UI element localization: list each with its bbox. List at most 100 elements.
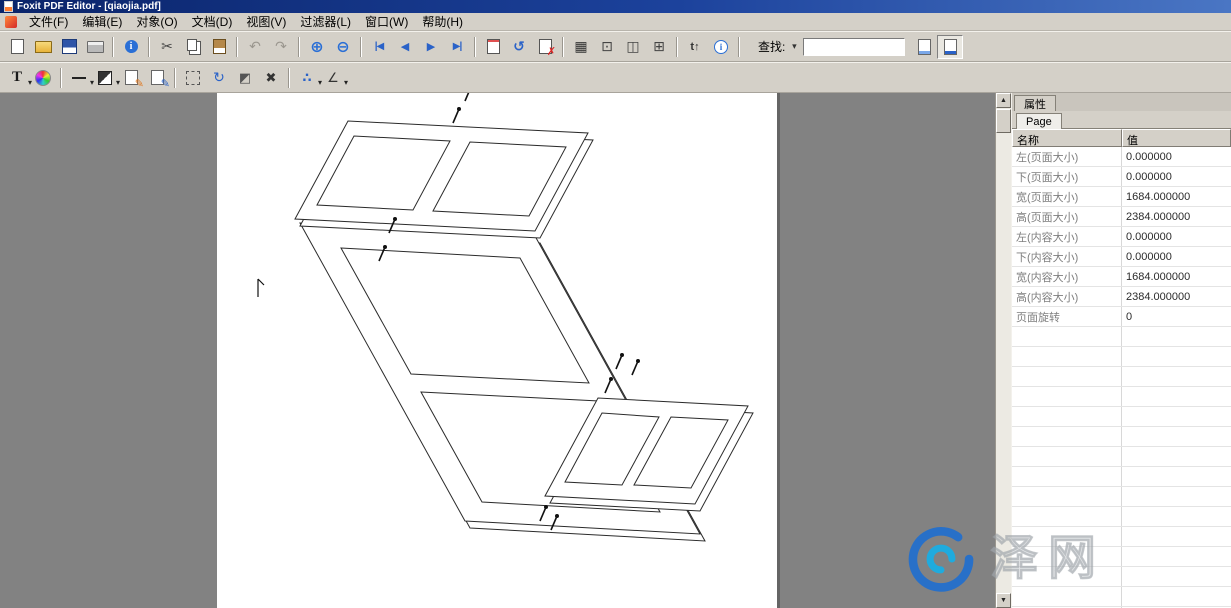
rotate-page-button[interactable]: [506, 35, 532, 59]
transform-scale-button[interactable]: [232, 66, 258, 90]
text-up-button[interactable]: [682, 35, 708, 59]
print-button[interactable]: [82, 35, 108, 59]
undo-button[interactable]: [242, 35, 268, 59]
empty-row: [1012, 367, 1231, 387]
empty-name-cell: [1012, 407, 1122, 426]
menu-item-view[interactable]: 视图(V): [239, 12, 293, 31]
color-wheel-button[interactable]: [30, 66, 56, 90]
property-value[interactable]: 0.000000: [1122, 167, 1231, 186]
copy-button[interactable]: [180, 35, 206, 59]
panel-title-row: 属性: [1012, 93, 1231, 111]
search-doc-button[interactable]: [911, 35, 937, 59]
property-name: 高(页面大小): [1012, 207, 1122, 226]
property-row-2[interactable]: 宽(页面大小)1684.000000: [1012, 187, 1231, 207]
text-tool-button[interactable]: [4, 66, 30, 90]
toolbar-separator: [360, 37, 362, 57]
empty-row: [1012, 567, 1231, 587]
properties-title-tab[interactable]: 属性: [1014, 95, 1056, 111]
find-dropdown-button[interactable]: [787, 35, 801, 59]
info-circle-button[interactable]: [708, 35, 734, 59]
property-value[interactable]: 0.000000: [1122, 247, 1231, 266]
scroll-up-button[interactable]: [996, 93, 1011, 108]
transform-rotate-icon: [209, 68, 229, 88]
tools-button[interactable]: [258, 66, 284, 90]
property-row-5[interactable]: 下(内容大小)0.000000: [1012, 247, 1231, 267]
delete-page-button[interactable]: [532, 35, 558, 59]
hatch-button[interactable]: [568, 35, 594, 59]
fit-page-button[interactable]: [594, 35, 620, 59]
empty-value-cell: [1122, 567, 1231, 586]
menu-item-window[interactable]: 窗口(W): [358, 12, 415, 31]
cut-button[interactable]: [154, 35, 180, 59]
scroll-down-button[interactable]: [996, 593, 1011, 608]
transform-rotate-button[interactable]: [206, 66, 232, 90]
fill-style-button[interactable]: [92, 66, 118, 90]
open-button[interactable]: [30, 35, 56, 59]
main-toolbar-icons: [4, 32, 744, 61]
empty-row: [1012, 487, 1231, 507]
last-page-button[interactable]: [444, 35, 470, 59]
fit-two-page-button[interactable]: [620, 35, 646, 59]
edit-object-icon: [121, 68, 141, 88]
save-button[interactable]: [56, 35, 82, 59]
menu-item-edit[interactable]: 编辑(E): [75, 12, 129, 31]
edit-page-button[interactable]: [144, 66, 170, 90]
menu-item-help[interactable]: 帮助(H): [415, 12, 470, 31]
empty-name-cell: [1012, 507, 1122, 526]
menu-item-document[interactable]: 文档(D): [185, 12, 240, 31]
vertical-scrollbar[interactable]: [995, 93, 1011, 608]
find-input[interactable]: [803, 38, 905, 56]
property-row-6[interactable]: 宽(内容大小)1684.000000: [1012, 267, 1231, 287]
property-row-0[interactable]: 左(页面大小)0.000000: [1012, 147, 1231, 167]
about-button[interactable]: [118, 35, 144, 59]
tab-page[interactable]: Page: [1016, 113, 1062, 129]
path-edit-button[interactable]: [320, 66, 346, 90]
menu-item-object[interactable]: 对象(O): [129, 12, 184, 31]
fit-grid-icon: [649, 37, 669, 57]
property-row-4[interactable]: 左(内容大小)0.000000: [1012, 227, 1231, 247]
property-value[interactable]: 1684.000000: [1122, 267, 1231, 286]
panel-tabs-row: Page: [1012, 111, 1231, 129]
empty-name-cell: [1012, 527, 1122, 546]
column-header-value[interactable]: 值: [1122, 129, 1231, 147]
property-row-8[interactable]: 页面旋转0: [1012, 307, 1231, 327]
property-value[interactable]: 0.000000: [1122, 227, 1231, 246]
empty-row: [1012, 527, 1231, 547]
empty-row: [1012, 427, 1231, 447]
property-value[interactable]: 2384.000000: [1122, 207, 1231, 226]
paste-button[interactable]: [206, 35, 232, 59]
empty-value-cell: [1122, 347, 1231, 366]
column-header-name[interactable]: 名称: [1012, 129, 1122, 147]
node-edit-icon: [297, 68, 317, 88]
property-value[interactable]: 1684.000000: [1122, 187, 1231, 206]
search-doc-active-button[interactable]: [937, 35, 963, 59]
prev-page-button[interactable]: [392, 35, 418, 59]
menu-item-filter[interactable]: 过滤器(L): [293, 12, 358, 31]
node-edit-button[interactable]: [294, 66, 320, 90]
edit-object-button[interactable]: [118, 66, 144, 90]
property-value[interactable]: 2384.000000: [1122, 287, 1231, 306]
property-row-3[interactable]: 高(页面大小)2384.000000: [1012, 207, 1231, 227]
property-value[interactable]: 0: [1122, 307, 1231, 326]
zoom-out-button[interactable]: [330, 35, 356, 59]
scrollbar-thumb[interactable]: [996, 109, 1011, 133]
last-page-icon: [447, 37, 467, 57]
redo-button[interactable]: [268, 35, 294, 59]
zoom-in-button[interactable]: [304, 35, 330, 59]
property-row-7[interactable]: 高(内容大小)2384.000000: [1012, 287, 1231, 307]
document-canvas[interactable]: [0, 93, 995, 608]
fit-grid-button[interactable]: [646, 35, 672, 59]
property-value[interactable]: 0.000000: [1122, 147, 1231, 166]
first-page-button[interactable]: [366, 35, 392, 59]
menu-item-file[interactable]: 文件(F): [22, 12, 75, 31]
next-page-button[interactable]: [418, 35, 444, 59]
new-icon: [7, 37, 27, 57]
select-object-icon: [183, 68, 203, 88]
pdf-page[interactable]: [217, 93, 777, 608]
page-layout-button[interactable]: [480, 35, 506, 59]
new-button[interactable]: [4, 35, 30, 59]
select-object-button[interactable]: [180, 66, 206, 90]
empty-value-cell: [1122, 427, 1231, 446]
property-row-1[interactable]: 下(页面大小)0.000000: [1012, 167, 1231, 187]
line-style-button[interactable]: [66, 66, 92, 90]
